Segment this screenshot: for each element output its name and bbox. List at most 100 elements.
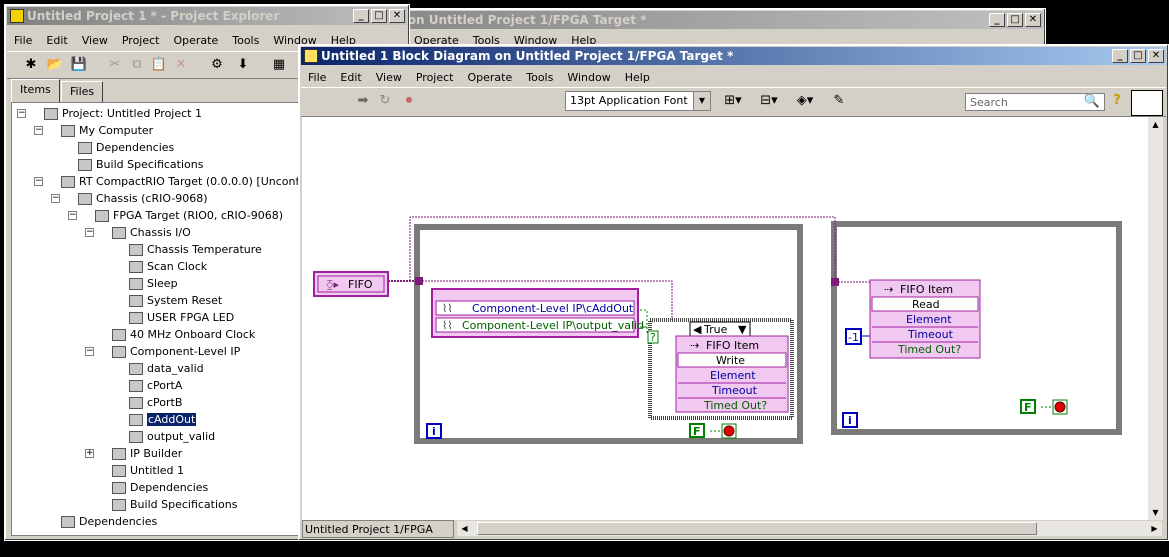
distribute-objects-icon[interactable]: ⊟▾ bbox=[755, 91, 783, 111]
menu-project[interactable]: Project bbox=[409, 71, 461, 84]
maximize-button[interactable]: □ bbox=[1007, 13, 1023, 27]
tree-item-label: cPortA bbox=[147, 379, 183, 392]
tree-item[interactable]: Untitled 1 bbox=[112, 462, 184, 479]
minimize-button[interactable]: _ bbox=[353, 9, 369, 23]
close-button[interactable]: ✕ bbox=[1025, 13, 1041, 27]
scroll-left-icon[interactable]: ◀ bbox=[457, 521, 472, 536]
deploy-icon[interactable]: ⬇ bbox=[233, 55, 253, 75]
menu-file[interactable]: File bbox=[7, 34, 39, 47]
search-icon[interactable]: 🔍 bbox=[1084, 93, 1100, 111]
tree-item[interactable]: − Project: Untitled Project 1 bbox=[17, 105, 202, 122]
clean-up-diagram-icon[interactable]: ✎ bbox=[829, 91, 849, 111]
run-arrow-icon[interactable]: ➡ bbox=[353, 91, 373, 111]
tree-item-label: Component-Level IP bbox=[130, 345, 241, 358]
run-continuously-icon[interactable]: ↻ bbox=[375, 91, 395, 111]
tree-item[interactable]: − Chassis (cRIO-9068) bbox=[51, 190, 208, 207]
delete-icon[interactable]: ✕ bbox=[171, 55, 191, 75]
horizontal-scrollbar[interactable]: ◀ ▶ bbox=[457, 521, 1162, 536]
paste-icon[interactable]: 📋 bbox=[149, 55, 169, 75]
tree-item[interactable]: cPortB bbox=[129, 394, 182, 411]
tab-items[interactable]: Items bbox=[11, 79, 60, 102]
vertical-scrollbar[interactable]: ▲ ▼ bbox=[1148, 117, 1163, 520]
view-options-icon[interactable]: ▦ bbox=[269, 55, 289, 75]
tree-item[interactable]: Sleep bbox=[129, 275, 178, 292]
tree-item[interactable]: Dependencies bbox=[61, 513, 157, 530]
search-input[interactable]: Search 🔍 bbox=[965, 93, 1105, 111]
vi-connector-icon[interactable] bbox=[1131, 90, 1163, 116]
tree-item[interactable]: System Reset bbox=[129, 292, 222, 309]
help-icon[interactable]: ? bbox=[1107, 91, 1127, 111]
menu-operate[interactable]: Operate bbox=[460, 71, 519, 84]
collapse-icon[interactable]: − bbox=[34, 126, 43, 135]
fifo-write-timed-out: Timed Out? bbox=[703, 399, 767, 412]
tree-item[interactable]: + IP Builder bbox=[85, 445, 182, 462]
menu-tools[interactable]: Tools bbox=[519, 71, 560, 84]
tree-item[interactable]: − Chassis I/O bbox=[85, 224, 191, 241]
fifo-write-icon: ⇢ bbox=[690, 339, 699, 352]
align-objects-icon[interactable]: ⊞▾ bbox=[719, 91, 747, 111]
block-diagram-canvas[interactable]: ⧰▸ FIFO ⌇⌇ Component-Level IP\cAddOut ⌇⌇… bbox=[302, 117, 1148, 520]
minimize-button[interactable]: _ bbox=[1112, 49, 1128, 63]
case-dropdown-arrow[interactable]: ▼ bbox=[738, 323, 747, 336]
tree-item[interactable]: 40 MHz Onboard Clock bbox=[112, 326, 255, 343]
menu-view[interactable]: View bbox=[75, 34, 115, 47]
block-diagram-toolbar: ➡ ↻ ⏺ 13pt Application Font ▼ ⊞▾ ⊟▾ ◈▾ ✎… bbox=[301, 87, 1166, 117]
close-button[interactable]: ✕ bbox=[1148, 49, 1164, 63]
menu-file[interactable]: File bbox=[301, 71, 333, 84]
save-all-icon[interactable]: 💾 bbox=[69, 55, 89, 75]
collapse-icon[interactable]: − bbox=[68, 211, 77, 220]
tree-item[interactable]: data_valid bbox=[129, 360, 204, 377]
menu-window[interactable]: Window bbox=[560, 71, 617, 84]
expand-icon[interactable]: + bbox=[85, 449, 94, 458]
block-diagram-titlebar[interactable]: Untitled 1 Block Diagram on Untitled Pro… bbox=[301, 47, 1166, 65]
tree-item[interactable]: output_valid bbox=[129, 428, 215, 445]
tree-item[interactable]: − FPGA Target (RIO0, cRIO-9068) bbox=[68, 207, 283, 224]
menu-project[interactable]: Project bbox=[115, 34, 167, 47]
scroll-thumb[interactable] bbox=[477, 522, 1037, 535]
font-selector[interactable]: 13pt Application Font ▼ bbox=[565, 91, 711, 111]
case-prev-arrow[interactable]: ◀ bbox=[693, 323, 702, 336]
tree-item[interactable]: Build Specifications bbox=[112, 496, 237, 513]
cut-icon[interactable]: ✂ bbox=[105, 55, 125, 75]
menu-help[interactable]: Help bbox=[618, 71, 657, 84]
open-icon[interactable]: 📂 bbox=[45, 55, 65, 75]
close-button[interactable]: ✕ bbox=[389, 9, 405, 23]
tree-item-label: Chassis (cRIO-9068) bbox=[96, 192, 208, 205]
menu-edit[interactable]: Edit bbox=[39, 34, 74, 47]
tree-item[interactable]: Chassis Temperature bbox=[129, 241, 262, 258]
maximize-button[interactable]: □ bbox=[1130, 49, 1146, 63]
tree-item[interactable]: Build Specifications bbox=[78, 156, 203, 173]
tree-item-label: Dependencies bbox=[79, 515, 158, 528]
maximize-button[interactable]: □ bbox=[371, 9, 387, 23]
collapse-icon[interactable]: − bbox=[85, 347, 94, 356]
tree-item[interactable]: Dependencies bbox=[78, 139, 174, 156]
tree-item[interactable]: − Component-Level IP bbox=[85, 343, 241, 360]
scroll-right-icon[interactable]: ▶ bbox=[1147, 521, 1162, 536]
abort-icon[interactable]: ⏺ bbox=[399, 91, 419, 111]
tab-files[interactable]: Files bbox=[61, 81, 104, 102]
front-panel-titlebar[interactable]: d on Untitled Project 1/FPGA Target * _ … bbox=[299, 11, 1043, 29]
copy-icon[interactable]: ⧉ bbox=[127, 55, 147, 75]
menu-operate[interactable]: Operate bbox=[166, 34, 225, 47]
collapse-icon[interactable]: − bbox=[34, 177, 43, 186]
scroll-up-icon[interactable]: ▲ bbox=[1148, 117, 1163, 132]
tree-item-label: Untitled 1 bbox=[130, 464, 185, 477]
tree-item[interactable]: − My Computer bbox=[34, 122, 153, 139]
menu-tools[interactable]: Tools bbox=[225, 34, 266, 47]
minimize-button[interactable]: _ bbox=[989, 13, 1005, 27]
collapse-icon[interactable]: − bbox=[85, 228, 94, 237]
tree-item[interactable]: USER FPGA LED bbox=[129, 309, 234, 326]
scroll-down-icon[interactable]: ▼ bbox=[1148, 505, 1163, 520]
collapse-icon[interactable]: − bbox=[51, 194, 60, 203]
tree-item[interactable]: cPortA bbox=[129, 377, 182, 394]
project-explorer-titlebar[interactable]: Untitled Project 1 * - Project Explorer … bbox=[7, 7, 407, 25]
tree-item[interactable]: cAddOut bbox=[129, 411, 197, 428]
menu-view[interactable]: View bbox=[369, 71, 409, 84]
new-icon[interactable]: ✱ bbox=[21, 55, 41, 75]
tree-item[interactable]: Scan Clock bbox=[129, 258, 207, 275]
tree-item[interactable]: Dependencies bbox=[112, 479, 208, 496]
reorder-icon[interactable]: ◈▾ bbox=[791, 91, 819, 111]
collapse-icon[interactable]: − bbox=[17, 109, 26, 118]
menu-edit[interactable]: Edit bbox=[333, 71, 368, 84]
build-icon[interactable]: ⚙ bbox=[207, 55, 227, 75]
